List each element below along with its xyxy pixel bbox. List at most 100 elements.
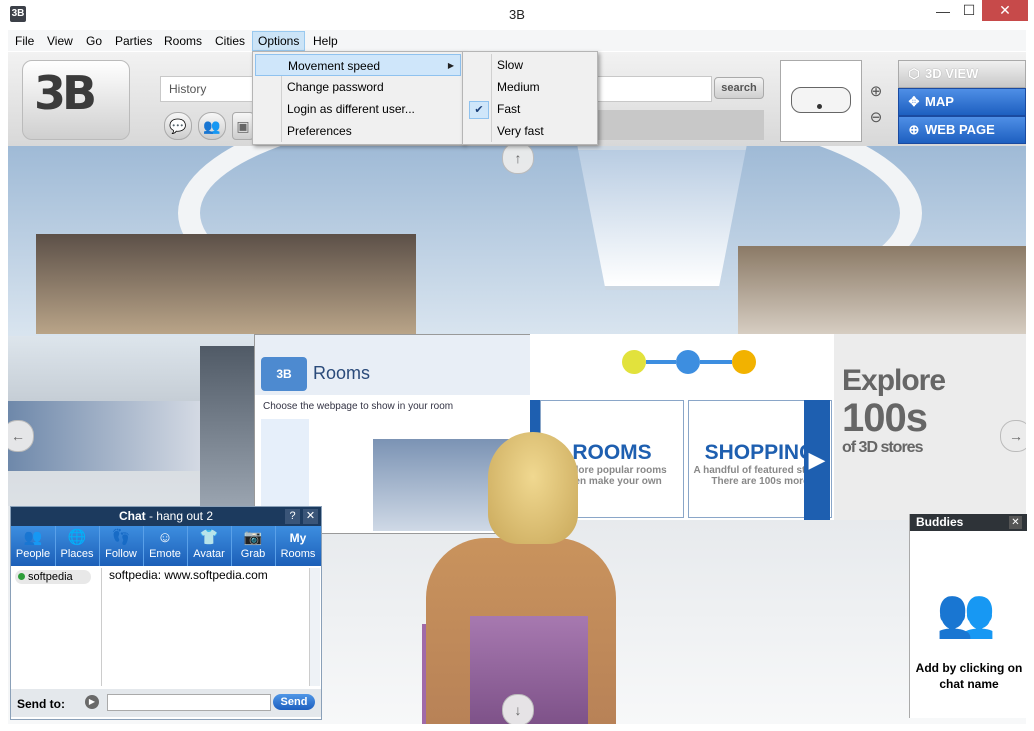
menu-item-preferences[interactable]: Preferences (255, 120, 461, 142)
menu-item-change-password[interactable]: Change password (255, 76, 461, 98)
map-icon: ✥ (908, 94, 920, 109)
avatar-button[interactable]: 👕 Avatar (187, 526, 232, 566)
menu-parties[interactable]: Parties (110, 32, 157, 50)
explore-panel[interactable]: Explore 100s of 3D stores (834, 334, 1026, 520)
places-icon: 🌐 (67, 529, 87, 546)
minimap[interactable] (780, 60, 862, 142)
ad-next-arrow[interactable]: ▶ (804, 400, 830, 520)
chat-message-input[interactable] (107, 694, 271, 711)
chat-user-list: softpedia (13, 568, 102, 686)
move-forward-arrow[interactable]: ↑ (502, 146, 534, 174)
maximize-button[interactable]: ☐ (956, 0, 982, 22)
shirt-icon: 👕 (199, 529, 219, 546)
send-bar: Send to: ▶ Send (11, 689, 321, 717)
search-button[interactable]: search (714, 77, 764, 99)
web-page-button[interactable]: ⊕ WEB PAGE (898, 116, 1026, 144)
movement-speed-submenu: Slow Medium ✔ Fast Very fast (462, 51, 598, 145)
explore-line2: 100s (842, 396, 928, 440)
menu-item-movement-speed[interactable]: Movement speed ▶ (255, 54, 461, 76)
menu-go[interactable]: Go (81, 32, 107, 50)
online-status-icon (18, 573, 25, 580)
emote-icon: ☺ (157, 529, 173, 546)
zoom-out-icon[interactable]: ⊖ (866, 108, 886, 128)
change-password-label: Change password (287, 80, 384, 94)
close-button[interactable]: ✕ (982, 0, 1028, 21)
chat-bubble-icon[interactable]: 💬 (164, 112, 192, 140)
speed-medium-label: Medium (497, 80, 540, 94)
chat-close-button[interactable]: ✕ (303, 509, 318, 524)
chat-user-item[interactable]: softpedia (15, 570, 91, 584)
menu-help[interactable]: Help (308, 32, 343, 50)
camera-icon: 📷 (243, 529, 263, 546)
buddies-panel: Buddies ✕ 👥 Add by clicking on chat name (909, 514, 1027, 718)
logo-text: 3B (34, 66, 97, 120)
zoom-in-icon[interactable]: ⊕ (866, 82, 886, 102)
map-label: MAP (925, 94, 954, 109)
history-label: History (169, 82, 207, 96)
rooms-logo: 3B (261, 357, 307, 391)
emote-button[interactable]: ☺ Emote (143, 526, 188, 566)
follow-label: Follow (105, 548, 137, 560)
minimize-button[interactable]: — (930, 0, 956, 22)
chat-toolbar: 👥 People 🌐 Places 👣 Follow ☺ Emote 👕 Avatar 📷… (11, 526, 321, 566)
avatar-label: Avatar (193, 548, 225, 560)
web-page-label: WEB PAGE (925, 122, 995, 137)
buddies-close-button[interactable]: ✕ (1009, 516, 1022, 529)
storefront-left (36, 234, 416, 334)
chat-title-room: - hang out 2 (145, 509, 214, 523)
places-label: Places (60, 548, 94, 560)
house-icon: My (289, 531, 307, 545)
speed-slow[interactable]: Slow (465, 54, 595, 76)
rooms-subtitle: Choose the webpage to show in your room (263, 401, 454, 412)
move-back-arrow[interactable]: ↓ (502, 694, 534, 724)
menu-rooms[interactable]: Rooms (159, 32, 207, 50)
chat-panel: Chat - hang out 2 ? ✕ 👥 People 🌐 Places 👣 F… (10, 506, 322, 720)
chat-help-button[interactable]: ? (285, 509, 300, 524)
rooms-title: Rooms (313, 363, 371, 383)
chat-title-bold: Chat (118, 509, 146, 523)
send-to-label: Send to: (17, 697, 65, 711)
speed-fast-label: Fast (497, 102, 521, 116)
follow-button[interactable]: 👣 Follow (99, 526, 144, 566)
places-button[interactable]: 🌐 Places (55, 526, 100, 566)
history-dropdown[interactable]: History (160, 76, 260, 102)
speed-slow-label: Slow (497, 58, 524, 72)
globe-icon: ⊕ (908, 122, 920, 137)
speed-very-fast-label: Very fast (497, 124, 544, 138)
screen-icon[interactable]: ▣ (232, 112, 254, 140)
minimap-room-shape (791, 87, 851, 113)
people-icon: 👥 (23, 529, 43, 546)
options-menu: Movement speed ▶ Change password Login as… (252, 51, 464, 145)
follow-icon: 👣 (111, 529, 131, 546)
speed-fast[interactable]: ✔ Fast (465, 98, 595, 120)
menu-file[interactable]: File (10, 32, 39, 50)
turn-right-arrow[interactable]: → (1000, 420, 1026, 452)
storefront-right (738, 246, 1026, 336)
map-button[interactable]: ✥ MAP (898, 88, 1026, 116)
preferences-label: Preferences (287, 124, 352, 138)
menu-bar: File View Go Parties Rooms Cities Option… (8, 30, 1026, 51)
menu-options[interactable]: Options (252, 31, 306, 51)
menu-view[interactable]: View (42, 32, 78, 50)
people-button[interactable]: 👥 People (11, 526, 56, 566)
movement-speed-label: Movement speed (288, 59, 381, 73)
emote-label: Emote (149, 548, 181, 560)
grab-button[interactable]: 📷 Grab (231, 526, 276, 566)
menu-item-login-different-user[interactable]: Login as different user... (255, 98, 461, 120)
menu-cities[interactable]: Cities (210, 32, 250, 50)
connector-graphic (622, 350, 756, 374)
buddies-hint: Add by clicking on chat name (915, 661, 1023, 691)
speed-very-fast[interactable]: Very fast (465, 120, 595, 142)
dark-panel (200, 346, 256, 506)
search-input[interactable] (596, 76, 712, 102)
checkmark-icon: ✔ (469, 101, 489, 119)
send-button[interactable]: Send (273, 694, 315, 710)
speed-medium[interactable]: Medium (465, 76, 595, 98)
people-icon[interactable]: 👥 (198, 112, 226, 140)
chat-scrollbar[interactable] (309, 568, 320, 686)
play-icon[interactable]: ▶ (85, 695, 99, 709)
people-label: People (15, 548, 51, 560)
my-rooms-button[interactable]: My Rooms (275, 526, 321, 566)
3d-view-button[interactable]: ⬡ 3D VIEW (898, 60, 1026, 88)
rooms-link-list (261, 419, 309, 519)
